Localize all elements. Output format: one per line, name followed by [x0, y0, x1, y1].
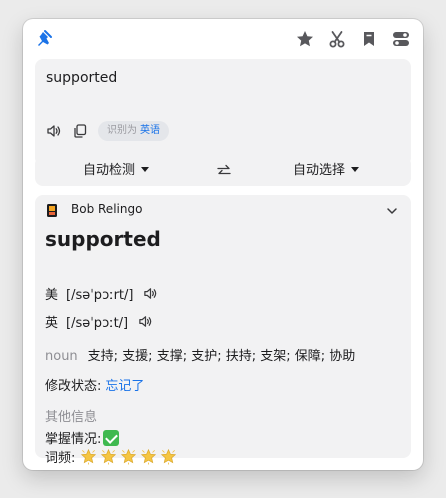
star-icon	[80, 448, 97, 465]
mastery-row: 掌握情况:	[45, 428, 120, 447]
scissors-icon[interactable]	[327, 29, 347, 49]
status-forgot-link[interactable]: 忘记了	[105, 379, 144, 394]
input-card[interactable]: supported 识别为 英语	[35, 59, 411, 166]
check-icon	[103, 430, 120, 446]
swap-languages-icon[interactable]	[216, 163, 232, 179]
phonetic-ipa: [/səˈpɔːrt/]	[66, 288, 134, 303]
definition-text: 支持; 支援; 支撑; 支护; 扶持; 支架; 保障; 协助	[87, 349, 356, 364]
frequency-row: 词频:	[45, 447, 180, 466]
toggle-icon[interactable]	[391, 29, 411, 49]
source-language-label: 自动检测	[83, 163, 136, 178]
app-window: supported 识别为 英语 自动检测 自动选择 Bob Relingo s…	[23, 19, 423, 470]
phonetic-region: 英	[45, 316, 59, 331]
target-language-label: 自动选择	[293, 163, 346, 178]
bookmark-icon[interactable]	[359, 29, 379, 49]
phonetic-region: 美	[45, 288, 59, 303]
speaker-icon[interactable]	[138, 314, 153, 329]
detected-language-badge: 识别为 英语	[98, 121, 169, 141]
speaker-icon[interactable]	[46, 123, 62, 139]
star-icon	[140, 448, 157, 465]
star-icon[interactable]	[295, 29, 315, 49]
star-icon	[160, 448, 177, 465]
detected-prefix: 识别为	[107, 125, 137, 136]
status-row: 修改状态: 忘记了	[45, 375, 144, 394]
star-icon	[100, 448, 117, 465]
phonetic-us: 美 [/səˈpɔːrt/]	[45, 284, 158, 303]
language-selector-bar: 自动检测 自动选择	[35, 156, 411, 186]
mastery-label: 掌握情况:	[45, 432, 102, 447]
star-icon	[120, 448, 137, 465]
detected-language: 英语	[140, 125, 160, 136]
target-language-select[interactable]: 自动选择	[293, 156, 360, 186]
chevron-down-icon[interactable]	[385, 204, 399, 218]
speaker-icon[interactable]	[143, 286, 158, 301]
frequency-stars	[80, 448, 180, 466]
input-text[interactable]: supported	[46, 70, 117, 86]
status-label: 修改状态:	[45, 379, 102, 394]
toolbar	[23, 19, 423, 57]
pin-icon[interactable]	[35, 29, 55, 49]
service-name: Bob Relingo	[71, 202, 143, 216]
phonetic-uk: 英 [/səˈpɔːt/]	[45, 312, 153, 331]
result-card: Bob Relingo supported 美 [/səˈpɔːrt/] 英 [/s…	[35, 195, 411, 466]
other-info-title: 其他信息	[45, 410, 98, 425]
copy-icon[interactable]	[72, 123, 88, 139]
chevron-down-icon	[351, 167, 360, 172]
frequency-label: 词频:	[45, 451, 76, 466]
source-language-select[interactable]: 自动检测	[83, 156, 150, 186]
definition-row: noun 支持; 支援; 支撑; 支护; 扶持; 支架; 保障; 协助	[45, 345, 355, 364]
phonetic-ipa: [/səˈpɔːt/]	[66, 316, 129, 331]
result-word: supported	[45, 227, 161, 251]
part-of-speech: noun	[45, 349, 78, 364]
chevron-down-icon	[141, 167, 150, 172]
service-logo-icon	[45, 203, 59, 218]
